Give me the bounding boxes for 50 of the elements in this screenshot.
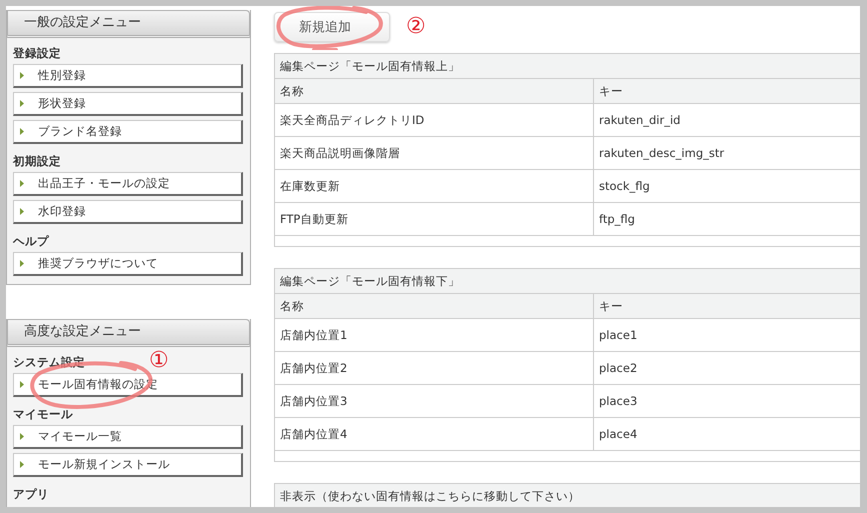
section-title: 非表示（使わない固有情報はこちらに移動して下さい） — [275, 484, 860, 507]
table-cell: 店舗内位置2 — [275, 352, 594, 384]
table-cell-text: stock_flg — [598, 178, 651, 195]
triangle-icon — [20, 208, 24, 215]
table-cell: 楽天商品説明画像階層 — [275, 137, 594, 169]
triangle-icon — [20, 100, 24, 107]
triangle-icon — [20, 72, 24, 79]
menu-item[interactable]: ブランド名登録 — [13, 120, 243, 144]
table-cell: 店舗内位置3 — [275, 385, 594, 417]
menu-item[interactable]: モール新規インストール — [13, 453, 243, 477]
table-cell: FTP自動更新 — [275, 203, 594, 235]
group-heading: マイモール — [13, 406, 73, 423]
column-header: 名称 — [275, 294, 594, 318]
step-marker: ② — [406, 15, 426, 39]
column-header: キー — [598, 298, 624, 314]
column-header: キー — [598, 82, 624, 100]
triangle-icon — [20, 461, 24, 468]
table-cell: 店舗内位置1 — [275, 319, 594, 351]
table-cell: 在庫数更新 — [275, 170, 594, 202]
triangle-icon — [20, 180, 24, 187]
menu-item[interactable]: マイモール一覧 — [13, 425, 243, 449]
table-cell-text: rakuten_dir_id — [598, 112, 682, 129]
triangle-icon — [20, 260, 24, 267]
table-cell: 店舗内位置4 — [275, 418, 594, 450]
panel-title: 高度な設定メニュー — [7, 319, 250, 347]
table-cell-text: place4 — [598, 426, 638, 443]
group-heading: アプリ — [13, 486, 49, 503]
section-title: 編集ページ「モール固有情報下」 — [275, 269, 860, 294]
step-marker: ① — [149, 349, 169, 373]
table-cell-text: place1 — [598, 327, 638, 344]
table-cell-text: rakuten_desc_img_str — [598, 145, 726, 162]
group-heading: システム設定 — [13, 354, 85, 371]
column-header: 名称 — [275, 79, 594, 103]
triangle-icon — [20, 433, 24, 440]
group-heading: ヘルプ — [13, 233, 49, 250]
table-cell: 楽天全商品ディレクトリID — [275, 104, 594, 136]
table-cell-text: ftp_flg — [598, 211, 636, 228]
menu-item[interactable]: 水印登録 — [13, 200, 243, 224]
group-heading: 登録設定 — [13, 45, 61, 62]
section-title: 編集ページ「モール固有情報上」 — [275, 54, 860, 79]
triangle-icon — [20, 128, 24, 135]
menu-item[interactable]: 性別登録 — [13, 64, 243, 88]
group-heading: 初期設定 — [13, 153, 61, 170]
table-cell-text: place2 — [598, 360, 638, 377]
table-cell-text: place3 — [598, 393, 638, 410]
triangle-icon — [20, 381, 24, 388]
menu-item[interactable]: 出品王子・モールの設定 — [13, 172, 243, 196]
menu-item[interactable]: 推奨ブラウザについて — [13, 252, 243, 276]
menu-item[interactable]: 形状登録 — [13, 92, 243, 116]
panel-title: 一般の設定メニュー — [7, 10, 250, 38]
